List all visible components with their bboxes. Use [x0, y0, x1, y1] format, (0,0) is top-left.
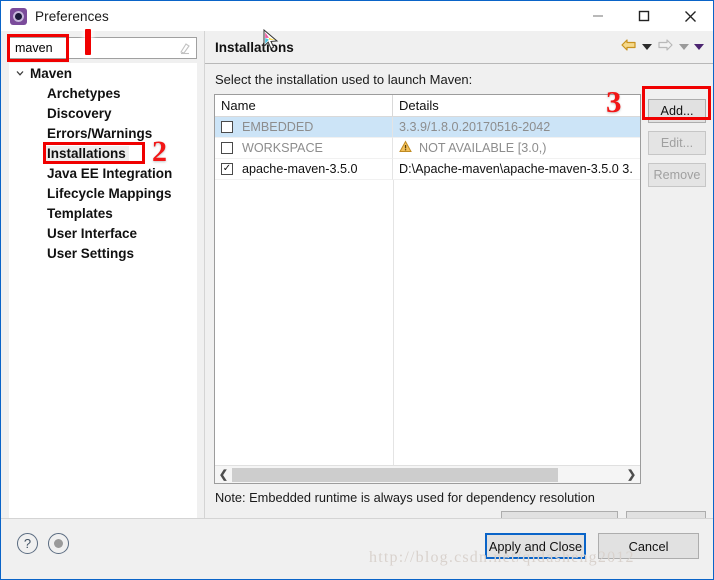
minimize-button[interactable]: [575, 2, 621, 31]
clear-filter-icon[interactable]: [178, 42, 191, 55]
sidebar-item-templates[interactable]: Templates: [9, 203, 197, 223]
remove-button: Remove: [648, 163, 706, 187]
table-row[interactable]: EMBEDDED 3.3.9/1.8.0.20170516-2042: [215, 117, 640, 138]
sidebar-item-label: Templates: [47, 205, 113, 221]
annotation-marker-1: [85, 29, 91, 55]
back-dropdown-caret-icon[interactable]: [642, 44, 652, 50]
installation-name: WORKSPACE: [242, 141, 323, 155]
sidebar-item-label: User Settings: [47, 245, 135, 261]
column-header-details[interactable]: Details: [393, 95, 640, 117]
preferences-tree[interactable]: Maven Archetypes Discovery Errors/Warnin…: [9, 63, 197, 518]
table-cell-details: D:\Apache-maven\apache-maven-3.5.0 3.: [393, 159, 640, 180]
close-button[interactable]: [667, 2, 713, 31]
filter-box[interactable]: [9, 37, 197, 59]
table-cell-name: WORKSPACE: [215, 138, 393, 159]
chevron-down-icon[interactable]: [13, 66, 27, 80]
installation-name: EMBEDDED: [242, 120, 314, 134]
row-checkbox[interactable]: [221, 142, 233, 154]
scroll-left-icon[interactable]: ❮: [215, 466, 232, 483]
forward-arrow-icon: [657, 38, 674, 57]
column-header-name[interactable]: Name: [215, 95, 393, 117]
table-row[interactable]: ✓ apache-maven-3.5.0 D:\Apache-maven\apa…: [215, 159, 640, 180]
view-menu-caret-icon[interactable]: [694, 44, 704, 50]
preferences-dialog: Preferences Maven: [0, 0, 714, 580]
sidebar-item-label: Discovery: [47, 105, 112, 121]
table-empty-area: [215, 180, 640, 483]
sidebar-item-label: Installations: [44, 145, 129, 161]
title-bar: Preferences: [1, 1, 713, 31]
apply-and-close-button[interactable]: Apply and Close: [485, 533, 586, 559]
installation-details-text: NOT AVAILABLE [3.0,): [419, 141, 547, 155]
sidebar-item-label: Archetypes: [47, 85, 121, 101]
sidebar-item-java-ee-integration[interactable]: Java EE Integration: [9, 163, 197, 183]
window-controls: [575, 2, 713, 31]
sidebar-item-lifecycle-mappings[interactable]: Lifecycle Mappings: [9, 183, 197, 203]
table-cell-details: NOT AVAILABLE [3.0,): [393, 138, 640, 159]
row-checkbox[interactable]: ✓: [221, 163, 233, 175]
installation-name: apache-maven-3.5.0: [242, 162, 358, 176]
installations-table[interactable]: Name Details EMBEDDED 3.3.9/1.8.0.201705…: [214, 94, 641, 484]
edit-button: Edit...: [648, 131, 706, 155]
help-question-icon[interactable]: ?: [17, 533, 38, 554]
maximize-button[interactable]: [621, 2, 667, 31]
sidebar-item-installations[interactable]: Installations: [9, 143, 197, 163]
sidebar-item-label: User Interface: [47, 225, 138, 241]
panel-hint: Select the installation used to launch M…: [215, 72, 473, 87]
note-text: Note: Embedded runtime is always used fo…: [215, 490, 595, 505]
scroll-right-icon[interactable]: ❯: [623, 466, 640, 483]
preferences-gear-icon: [10, 7, 27, 25]
info-circle-icon[interactable]: [48, 533, 69, 554]
sidebar-item-label: Java EE Integration: [47, 165, 173, 181]
sidebar-item-label: Lifecycle Mappings: [47, 185, 172, 201]
sidebar-item-errors-warnings[interactable]: Errors/Warnings: [9, 123, 197, 143]
row-checkbox[interactable]: [221, 121, 233, 133]
sidebar-item-label: Maven: [30, 65, 73, 81]
back-arrow-icon[interactable]: [620, 38, 637, 57]
installations-panel: Installations Select the installation us…: [204, 31, 713, 536]
sidebar-item-user-interface[interactable]: User Interface: [9, 223, 197, 243]
table-cell-details: 3.3.9/1.8.0.20170516-2042: [393, 117, 640, 138]
table-row[interactable]: WORKSPACE NOT AVAILABLE [3.0,): [215, 138, 640, 159]
sidebar-item-discovery[interactable]: Discovery: [9, 103, 197, 123]
page-title: Installations: [215, 39, 294, 55]
warning-triangle-icon: [399, 140, 412, 156]
sidebar-item-maven[interactable]: Maven: [9, 63, 197, 83]
cancel-button[interactable]: Cancel: [598, 533, 699, 559]
table-cell-name: EMBEDDED: [215, 117, 393, 138]
add-button[interactable]: Add...: [648, 99, 706, 123]
panel-header: Installations: [205, 31, 713, 64]
table-cell-name: ✓ apache-maven-3.5.0: [215, 159, 393, 180]
table-header: Name Details: [215, 95, 640, 117]
sidebar-item-user-settings[interactable]: User Settings: [9, 243, 197, 263]
sidebar-item-archetypes[interactable]: Archetypes: [9, 83, 197, 103]
panel-nav-icons: [620, 38, 704, 57]
horizontal-scrollbar[interactable]: ❮ ❯: [215, 465, 640, 483]
forward-dropdown-caret-icon: [679, 44, 689, 50]
window-title: Preferences: [35, 8, 109, 24]
scrollbar-thumb[interactable]: [232, 467, 558, 482]
sidebar-item-label: Errors/Warnings: [47, 125, 153, 141]
